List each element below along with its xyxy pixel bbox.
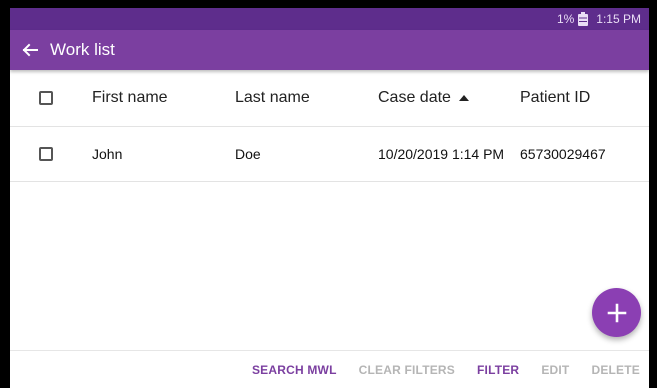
clear-filters-button[interactable]: CLEAR FILTERS xyxy=(359,363,455,377)
arrow-left-icon[interactable] xyxy=(18,38,42,62)
table-row[interactable]: John Doe 10/20/2019 1:14 PM 65730029467 xyxy=(10,127,649,182)
plus-icon xyxy=(607,303,627,323)
cell-case-date: 10/20/2019 1:14 PM xyxy=(378,146,505,162)
search-mwl-button[interactable]: SEARCH MWL xyxy=(252,363,337,377)
table-header-row: First name Last name Case date Patient I… xyxy=(10,70,649,127)
page-title: Work list xyxy=(50,40,115,59)
row-select-cell xyxy=(10,147,92,161)
edit-button[interactable]: EDIT xyxy=(541,363,569,377)
cell-first-name: John xyxy=(92,146,123,162)
battery-icon xyxy=(578,12,589,26)
select-all-checkbox[interactable] xyxy=(39,91,53,105)
header-first-name[interactable]: First name xyxy=(92,89,235,107)
row-checkbox[interactable] xyxy=(39,147,53,161)
cell-patient-id: 65730029467 xyxy=(520,146,606,162)
filter-button[interactable]: FILTER xyxy=(477,363,519,377)
header-case-date-label: Case date xyxy=(378,89,451,106)
battery-percent: 1% xyxy=(556,12,575,26)
status-time: 1:15 PM xyxy=(596,12,641,26)
sort-up-icon xyxy=(458,95,469,101)
app-bar: Work list xyxy=(10,30,649,70)
device-screen: 1% 1:15 PM Work list First name Last nam… xyxy=(10,8,649,388)
delete-button[interactable]: DELETE xyxy=(591,363,640,377)
header-patient-id[interactable]: Patient ID xyxy=(520,89,649,107)
header-last-name[interactable]: Last name xyxy=(235,89,378,107)
action-bar: SEARCH MWL CLEAR FILTERS FILTER EDIT DEL… xyxy=(10,350,649,388)
add-case-button[interactable] xyxy=(592,288,641,337)
select-all-cell xyxy=(10,91,92,105)
status-bar: 1% 1:15 PM xyxy=(10,8,649,30)
cell-last-name: Doe xyxy=(235,146,261,162)
work-list-table: First name Last name Case date Patient I… xyxy=(10,70,649,182)
header-case-date[interactable]: Case date xyxy=(378,89,520,107)
